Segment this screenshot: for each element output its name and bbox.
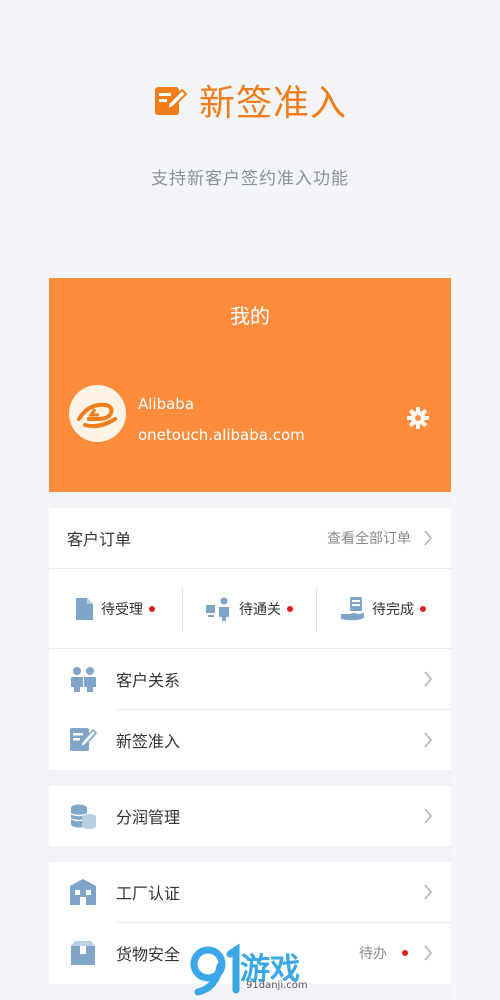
divider (316, 586, 317, 632)
people-icon (71, 667, 96, 692)
status-label: 待受理 (101, 602, 143, 618)
menu-profit-manage[interactable]: 分润管理 (49, 786, 451, 846)
status-label: 待完成 (372, 602, 414, 618)
orders-card: 客户订单 查看全部订单 待受理 待通关 待完成 客户关系 新签准入 (49, 508, 451, 770)
chevron-right-icon (424, 808, 433, 824)
chevron-right-icon (424, 530, 433, 546)
view-all-orders-link[interactable]: 查看全部订单 (327, 528, 411, 548)
status-label: 待通关 (239, 602, 281, 618)
hand-document-icon (341, 597, 364, 621)
menu-label: 客户关系 (116, 671, 181, 690)
customs-person-icon (206, 597, 229, 621)
divider (182, 586, 183, 632)
chevron-right-icon (424, 671, 433, 687)
todo-badge-text: 待办 (359, 946, 387, 962)
promo-title-text: 新签准入 (198, 83, 347, 124)
menu-label: 新签准入 (116, 732, 181, 751)
document-icon (76, 598, 93, 620)
status-pending-clearance[interactable]: 待通关 (205, 597, 293, 621)
coins-icon (70, 804, 96, 829)
status-pending-complete[interactable]: 待完成 (340, 596, 426, 622)
badge-dot (420, 606, 426, 612)
menu-customer-relation[interactable]: 客户关系 (49, 649, 451, 709)
alibaba-logo-icon (77, 402, 117, 429)
status-pending-accept[interactable]: 待受理 (73, 597, 155, 621)
menu-label: 分润管理 (116, 808, 181, 827)
menu-new-sign[interactable]: 新签准入 (49, 710, 451, 770)
badge-dot (287, 606, 293, 612)
profile-header: 我的 Alibaba onetouch.alibaba.com (49, 278, 451, 492)
customer-orders-label: 客户订单 (67, 530, 132, 549)
customer-orders-row[interactable]: 客户订单 查看全部订单 (49, 508, 451, 568)
page-title: 我的 (230, 304, 270, 328)
promo-subtitle: 支持新客户签约准入功能 (151, 169, 349, 189)
gear-icon[interactable] (406, 406, 430, 430)
menu-label: 货物安全 (116, 945, 181, 964)
app-screen: 我的 Alibaba onetouch.alibaba.com 客户订单 查看全… (49, 278, 451, 1000)
edit-note-icon (154, 87, 187, 115)
user-email: onetouch.alibaba.com (138, 426, 305, 444)
badge-dot (149, 606, 155, 612)
badge-dot (402, 950, 408, 956)
username: Alibaba (138, 395, 195, 413)
chevron-right-icon (424, 945, 433, 961)
avatar[interactable] (69, 385, 126, 442)
chevron-right-icon (424, 732, 433, 748)
watermark-url: 91danji.com (246, 980, 308, 991)
chevron-right-icon (424, 884, 433, 900)
package-icon (71, 941, 95, 965)
divider (49, 568, 451, 569)
edit-note-icon (70, 728, 97, 751)
profit-card: 分润管理 (49, 786, 451, 846)
menu-factory-cert[interactable]: 工厂认证 (49, 862, 451, 922)
factory-icon (70, 879, 96, 905)
menu-label: 工厂认证 (116, 884, 181, 903)
promo-title: 新签准入 (0, 74, 500, 126)
